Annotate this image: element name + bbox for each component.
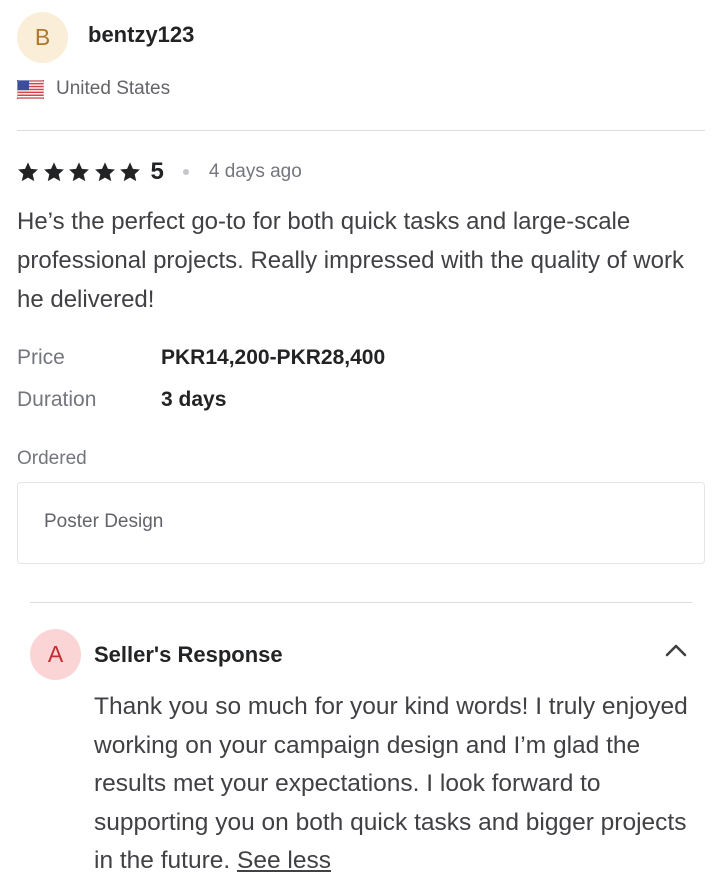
seller-response-body: Thank you so much for your kind words! I… <box>94 693 688 874</box>
us-flag-icon <box>17 79 44 99</box>
seller-response-title: Seller's Response <box>94 642 283 667</box>
seller-response-text: Thank you so much for your kind words! I… <box>94 688 706 881</box>
reviewer-country: United States <box>17 78 170 100</box>
chevron-up-icon[interactable] <box>662 638 690 660</box>
seller-avatar: A <box>30 629 81 680</box>
star-rating <box>17 161 145 183</box>
see-less-link[interactable]: See less <box>237 847 331 874</box>
star-icon <box>69 162 89 182</box>
reviewer-avatar[interactable]: B <box>17 12 68 63</box>
rating-row: 5 4 days ago <box>17 158 302 186</box>
country-name: United States <box>56 78 171 99</box>
ordered-label: Ordered <box>17 448 87 469</box>
review-card: B bentzy123 United States 5 4 days ago H… <box>0 0 722 890</box>
reviewer-avatar-initial: B <box>34 24 51 50</box>
price-value: PKR14,200-PKR28,400 <box>161 346 386 369</box>
separator-dot <box>182 169 189 175</box>
duration-label: Duration <box>17 388 97 411</box>
seller-avatar-initial: A <box>47 641 64 667</box>
ordered-gig-title[interactable]: Poster Design <box>44 511 163 533</box>
star-icon <box>43 162 64 182</box>
star-icon <box>94 162 115 182</box>
star-icon <box>18 162 38 182</box>
review-time: 4 days ago <box>208 161 302 182</box>
divider <box>30 602 692 603</box>
price-label: Price <box>17 346 65 369</box>
star-icon <box>120 162 140 182</box>
duration-value: 3 days <box>161 388 227 411</box>
review-text: He’s the perfect go-to for both quick ta… <box>17 208 684 313</box>
rating-value: 5 <box>150 158 164 185</box>
reviewer-username[interactable]: bentzy123 <box>88 22 194 48</box>
ordered-gig-card[interactable]: Poster Design <box>17 482 705 564</box>
divider <box>17 130 705 131</box>
